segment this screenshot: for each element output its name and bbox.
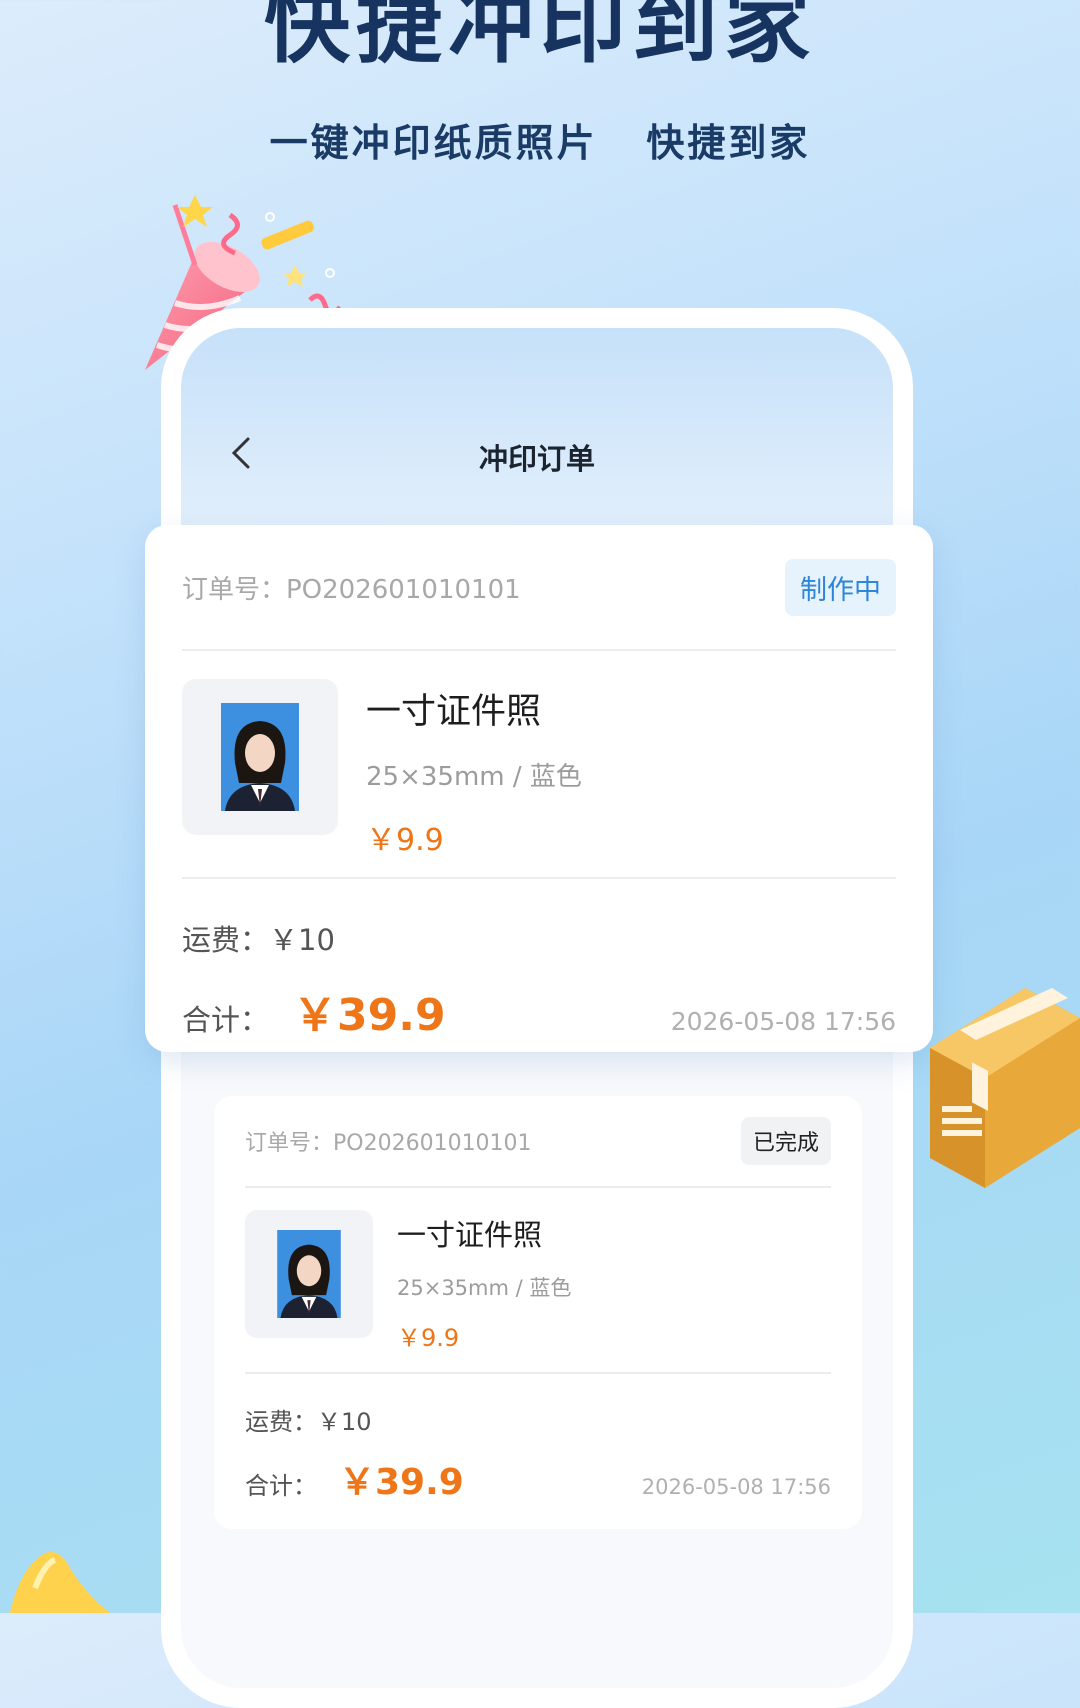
total-label: 合计： bbox=[182, 1003, 270, 1037]
headline: 快捷冲印到家 bbox=[264, 0, 816, 75]
status-badge: 制作中 bbox=[785, 558, 896, 616]
total-label: 合计： bbox=[245, 1472, 317, 1500]
order-number: 订单号：PO202601010101 bbox=[245, 1131, 532, 1156]
product-name: 一寸证件照 bbox=[366, 692, 542, 732]
page-title: 冲印订单 bbox=[478, 442, 595, 476]
product-price: ￥9.9 bbox=[366, 823, 444, 858]
package-box-icon bbox=[930, 988, 1080, 1188]
product-spec: 25×35mm / 蓝色 bbox=[366, 762, 582, 792]
shipping-fee: 运费：￥10 bbox=[182, 923, 335, 957]
product-price: ￥9.9 bbox=[397, 1324, 460, 1352]
total-amount: ￥39.9 bbox=[293, 990, 446, 1041]
order-date: 2026-05-08 17:56 bbox=[670, 1007, 896, 1036]
product-thumbnail[interactable] bbox=[245, 1210, 373, 1338]
order-date: 2026-05-08 17:56 bbox=[641, 1475, 831, 1499]
product-spec: 25×35mm / 蓝色 bbox=[397, 1276, 572, 1300]
decorative-blob-icon bbox=[10, 1552, 110, 1613]
total-amount: ￥39.9 bbox=[339, 1462, 464, 1503]
order-card[interactable]: 订单号：PO202601010101 制作中 一寸证件照 25×35mm / 蓝… bbox=[145, 525, 933, 1052]
order-number: 订单号：PO202601010101 bbox=[182, 574, 521, 605]
product-thumbnail[interactable] bbox=[182, 679, 338, 835]
phone-header: 冲印订单 bbox=[181, 328, 893, 558]
subline: 一键冲印纸质照片 快捷到家 bbox=[269, 121, 811, 165]
status-badge: 已完成 bbox=[740, 1117, 831, 1165]
id-photo-icon bbox=[221, 703, 299, 811]
shipping-fee: 运费：￥10 bbox=[245, 1408, 372, 1436]
id-photo-icon bbox=[277, 1230, 341, 1318]
order-card[interactable]: 订单号：PO202601010101 已完成 一寸证件照 25×35mm / 蓝… bbox=[214, 1096, 862, 1529]
product-name: 一寸证件照 bbox=[397, 1218, 543, 1252]
